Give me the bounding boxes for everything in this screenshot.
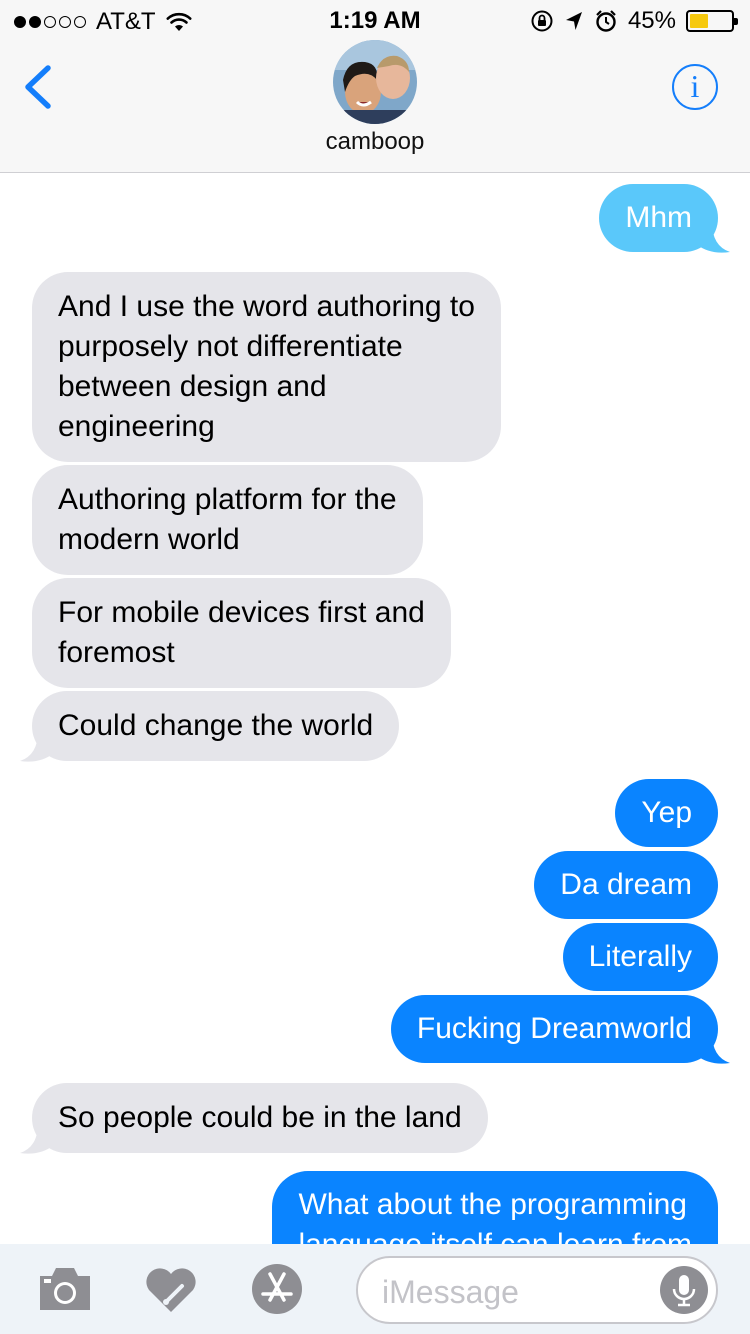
bubble-tail: [696, 1033, 730, 1064]
contact-name[interactable]: camboop: [0, 128, 750, 156]
incoming-message-bubble[interactable]: So people could be in the land: [32, 1083, 488, 1153]
digital-touch-heart-icon[interactable]: [142, 1262, 200, 1316]
status-right: 45%: [530, 7, 738, 35]
orientation-lock-icon: [531, 10, 553, 32]
message-text: Yep: [641, 796, 692, 829]
camera-icon[interactable]: [36, 1262, 94, 1316]
message-text: Could change the world: [58, 709, 374, 742]
message-text: Mhm: [625, 201, 692, 234]
bubble-tail: [20, 731, 54, 762]
battery-percent: 45%: [627, 7, 676, 34]
incoming-message-bubble[interactable]: Authoring platform for the modern world: [32, 465, 423, 575]
message-input-placeholder: iMessage: [382, 1274, 519, 1310]
outgoing-message-bubble[interactable]: Literally: [562, 923, 718, 991]
message-text: Authoring platform for the modern world: [58, 483, 397, 556]
battery-level-fill: [690, 14, 708, 28]
message-text: What about the programming language itse…: [298, 1188, 692, 1244]
outgoing-message-bubble[interactable]: What about the programming language itse…: [272, 1171, 718, 1244]
incoming-message-bubble[interactable]: And I use the word authoring to purposel…: [32, 272, 501, 462]
conversation-header: camboop i: [0, 40, 750, 173]
message-text: So people could be in the land: [58, 1101, 462, 1134]
message-text: Literally: [588, 940, 692, 973]
app-store-icon[interactable]: [248, 1262, 306, 1316]
avatar[interactable]: [333, 40, 417, 124]
message-text: For mobile devices first and foremost: [58, 596, 425, 669]
message-input[interactable]: iMessage: [356, 1256, 718, 1324]
outgoing-message-bubble[interactable]: Da dream: [534, 851, 718, 919]
message-text: And I use the word authoring to purposel…: [58, 290, 475, 443]
chevron-left-icon[interactable]: [18, 62, 62, 112]
microphone-icon[interactable]: [660, 1266, 708, 1314]
alarm-icon: [596, 10, 616, 32]
outgoing-message-bubble[interactable]: Yep: [615, 779, 718, 847]
incoming-message-bubble[interactable]: For mobile devices first and foremost: [32, 578, 451, 688]
outgoing-message-bubble[interactable]: Fucking Dreamworld: [390, 995, 718, 1063]
message-text: Fucking Dreamworld: [416, 1012, 692, 1045]
incoming-message-bubble[interactable]: Could change the world: [32, 691, 400, 761]
battery-icon: [686, 10, 738, 32]
bubble-tail: [20, 1123, 54, 1154]
info-icon[interactable]: i: [672, 64, 718, 110]
status-bar: AT&T 1:19 AM 45%: [0, 0, 750, 40]
bubble-tail: [696, 222, 730, 253]
message-text: Da dream: [560, 868, 692, 901]
input-bar: iMessage: [0, 1244, 750, 1334]
location-arrow-icon: [565, 12, 582, 30]
message-list[interactable]: Mhm And I use the word authoring to purpo…: [0, 174, 750, 1244]
